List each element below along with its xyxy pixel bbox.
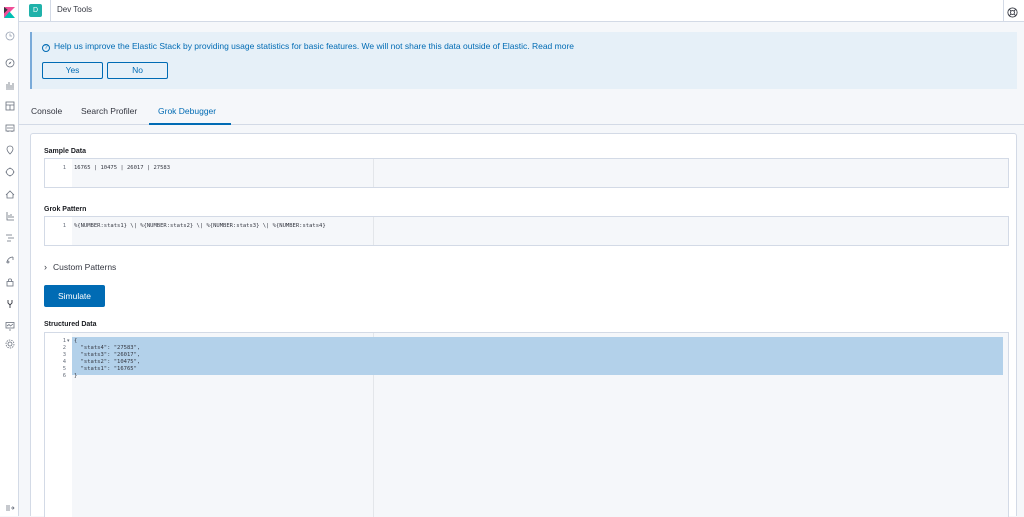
header-divider [50,0,51,22]
dashboard-icon[interactable] [4,100,15,111]
structured-data-editor[interactable]: ▾ 1{ 2 "stats4": "27583", 3 "stats3": "2… [44,332,1009,517]
left-nav [0,0,19,516]
grok-pattern-label: Grok Pattern [44,206,87,213]
dock-icon[interactable] [4,502,15,513]
tab-search-profiler[interactable]: Search Profiler [81,106,137,116]
text-selection [72,337,1003,375]
dev-tools-icon[interactable] [4,298,15,309]
fold-arrow-icon[interactable]: ▾ [67,338,70,344]
tab-console[interactable]: Console [31,106,62,116]
grok-debugger-panel: Sample Data 1 16765 | 10475 | 26017 | 275… [30,133,1017,517]
visualize-icon[interactable] [4,79,15,90]
maps-icon[interactable] [4,144,15,155]
infrastructure-icon[interactable] [4,188,15,199]
question-icon: ? [42,44,50,52]
chevron-right-icon: › [44,262,47,272]
custom-patterns-label: Custom Patterns [53,262,117,272]
grok-pattern-editor[interactable]: 1 %{NUMBER:stats1} \| %{NUMBER:stats2} \|… [44,216,1009,246]
sample-data-editor[interactable]: 1 16765 | 10475 | 26017 | 27583 [44,158,1009,188]
siem-icon[interactable] [4,276,15,287]
structured-data-label: Structured Data [44,321,97,328]
custom-patterns-toggle[interactable]: › Custom Patterns [44,262,116,272]
telemetry-callout: ? Help us improve the Elastic Stack by pr… [30,32,1017,89]
sample-data-label: Sample Data [44,148,87,155]
management-icon[interactable] [4,338,15,349]
uptime-icon[interactable] [4,254,15,265]
kibana-logo-icon[interactable] [4,5,15,18]
active-tab-indicator [149,123,231,125]
clock-icon[interactable] [4,30,15,41]
header-divider-right [1003,0,1004,22]
compass-icon[interactable] [4,57,15,68]
space-avatar[interactable]: D [29,4,42,17]
dev-tools-tabs: Console Search Profiler Grok Debugger [19,101,1024,125]
tab-grok-debugger[interactable]: Grok Debugger [158,106,216,116]
no-button[interactable]: No [107,62,168,79]
apm-icon[interactable] [4,232,15,243]
simulate-button[interactable]: Simulate [44,285,105,307]
page-title: Dev Tools [57,5,92,14]
logs-icon[interactable] [4,210,15,221]
header-bar: D Dev Tools [19,0,1024,22]
help-icon[interactable] [1007,5,1018,18]
yes-button[interactable]: Yes [42,62,103,79]
monitoring-icon[interactable] [4,320,15,331]
canvas-icon[interactable] [4,122,15,133]
callout-message: Help us improve the Elastic Stack by pro… [54,41,575,51]
ml-icon[interactable] [4,166,15,177]
